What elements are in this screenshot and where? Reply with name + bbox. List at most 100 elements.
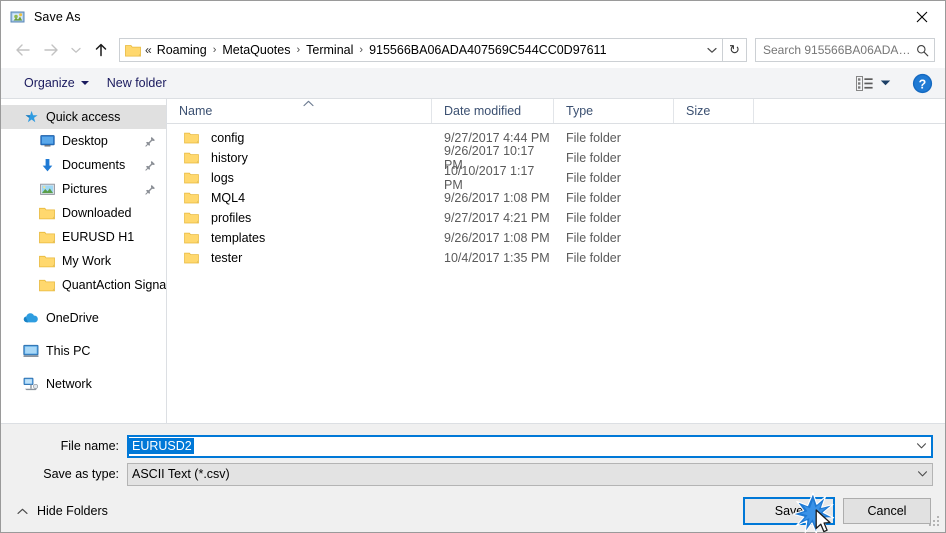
sidebar-item-label: EURUSD H1 <box>62 230 135 244</box>
chevron-down-icon[interactable] <box>912 442 931 450</box>
cancel-button[interactable]: Cancel <box>843 498 931 524</box>
column-header-type[interactable]: Type <box>554 99 674 123</box>
chevron-down-icon <box>71 47 81 53</box>
resize-grip-icon[interactable] <box>929 516 942 529</box>
folder-icon <box>184 131 200 145</box>
address-dropdown-button[interactable] <box>702 39 722 61</box>
this-pc-icon <box>23 343 39 359</box>
column-header-size[interactable]: Size <box>674 99 754 123</box>
folder-icon <box>39 229 55 245</box>
sidebar-item-onedrive[interactable]: OneDrive <box>1 306 166 330</box>
sidebar-item-quick-access[interactable]: Quick access <box>1 105 166 129</box>
folder-icon <box>125 43 141 57</box>
arrow-up-icon <box>95 43 107 57</box>
save-as-type-value: ASCII Text (*.csv) <box>132 467 230 481</box>
folder-icon <box>184 151 200 165</box>
file-type: File folder <box>566 231 621 245</box>
onedrive-icon <box>23 310 39 326</box>
sidebar-item-network[interactable]: Network <box>1 372 166 396</box>
recent-locations-button[interactable] <box>65 36 87 64</box>
refresh-icon: ↻ <box>729 42 740 57</box>
breadcrumb-item-0[interactable]: Roaming <box>154 43 210 57</box>
breadcrumb-item-2[interactable]: Terminal <box>303 43 356 57</box>
column-header-date-modified[interactable]: Date modified <box>432 99 554 123</box>
address-bar[interactable]: « Roaming › MetaQuotes › Terminal › 9155… <box>119 38 723 62</box>
sidebar-item-downloaded[interactable]: Downloaded <box>1 201 166 225</box>
save-form: File name: EURUSD2 Save as type: ASCII T… <box>1 423 945 490</box>
back-button[interactable] <box>9 36 37 64</box>
sidebar-item-my-work[interactable]: My Work <box>1 249 166 273</box>
file-type: File folder <box>566 131 621 145</box>
forward-button[interactable] <box>37 36 65 64</box>
arrow-right-icon <box>44 44 58 56</box>
column-header-label: Size <box>686 104 711 118</box>
table-row[interactable]: logs 10/10/2017 1:17 PM File folder <box>167 164 945 192</box>
file-date: 10/4/2017 1:35 PM <box>444 251 550 265</box>
chevron-up-icon <box>17 504 28 518</box>
file-date: 9/26/2017 1:08 PM <box>444 231 550 245</box>
folder-icon <box>184 231 200 245</box>
sidebar-item-label: Quick access <box>46 110 121 124</box>
column-header-name[interactable]: Name <box>167 99 432 123</box>
sidebar-item-label: Desktop <box>62 134 108 148</box>
sidebar-item-label: QuantAction Signal <box>62 278 166 292</box>
sidebar-item-desktop[interactable]: Desktop <box>1 129 166 153</box>
up-button[interactable] <box>87 36 115 64</box>
file-name: config <box>211 131 245 145</box>
table-row[interactable]: tester 10/4/2017 1:35 PM File folder <box>167 248 945 268</box>
pin-icon[interactable] <box>145 160 166 171</box>
save-as-type-select[interactable]: ASCII Text (*.csv) <box>127 462 933 486</box>
table-row[interactable]: MQL4 9/26/2017 1:08 PM File folder <box>167 188 945 208</box>
close-button[interactable] <box>899 1 945 32</box>
star-pin-icon <box>23 109 39 125</box>
refresh-button[interactable]: ↻ <box>723 38 747 62</box>
file-rows: config 9/27/2017 4:44 PM File folder his… <box>167 124 945 423</box>
column-header-label: Type <box>566 104 594 118</box>
desktop-icon <box>39 133 55 149</box>
title-bar: Save As <box>1 1 945 32</box>
sidebar-item-label: My Work <box>62 254 112 268</box>
breadcrumb-separator[interactable]: › <box>356 44 366 56</box>
new-folder-button[interactable]: New folder <box>98 72 176 94</box>
help-button[interactable]: ? <box>911 72 933 94</box>
organize-button[interactable]: Organize <box>15 72 98 94</box>
breadcrumb-separator[interactable]: › <box>293 44 303 56</box>
search-icon <box>914 44 930 57</box>
table-row[interactable]: config 9/27/2017 4:44 PM File folder <box>167 128 945 148</box>
sidebar-item-this-pc[interactable]: This PC <box>1 339 166 363</box>
file-type: File folder <box>566 171 621 185</box>
save-button[interactable]: Save <box>743 497 835 525</box>
search-box[interactable]: Search 915566BA06ADA40756… <box>755 38 935 62</box>
sidebar-item-label: Pictures <box>62 182 108 196</box>
sidebar-item-label: Downloaded <box>62 206 132 220</box>
breadcrumb-item-3[interactable]: 915566BA06ADA407569C544CC0D97611 <box>366 43 609 57</box>
file-name: profiles <box>211 211 252 225</box>
breadcrumb-item-1[interactable]: MetaQuotes <box>219 43 293 57</box>
pin-icon[interactable] <box>145 184 166 195</box>
save-as-type-row: Save as type: ASCII Text (*.csv) <box>1 462 933 486</box>
chevron-down-icon[interactable] <box>913 470 932 478</box>
column-header-label: Name <box>179 104 213 118</box>
breadcrumb: « Roaming › MetaQuotes › Terminal › 9155… <box>145 43 702 57</box>
table-row[interactable]: profiles 9/27/2017 4:21 PM File folder <box>167 208 945 228</box>
view-mode-button[interactable] <box>850 72 897 95</box>
file-date: 9/26/2017 1:08 PM <box>444 191 550 205</box>
sidebar-item-documents[interactable]: Documents <box>1 153 166 177</box>
cancel-button-label: Cancel <box>867 504 907 518</box>
sidebar-item-pictures[interactable]: Pictures <box>1 177 166 201</box>
file-name-value[interactable]: EURUSD2 <box>129 438 194 454</box>
sidebar-item-quantaction-signal[interactable]: QuantAction Signal <box>1 273 166 297</box>
file-name-input[interactable]: EURUSD2 <box>127 434 933 458</box>
file-name: MQL4 <box>211 191 246 205</box>
folder-icon <box>39 253 55 269</box>
pin-icon[interactable] <box>145 136 166 147</box>
table-row[interactable]: history 9/26/2017 10:17 PM File folder <box>167 144 945 172</box>
navigation-bar: « Roaming › MetaQuotes › Terminal › 9155… <box>1 32 945 68</box>
sidebar-item-eurusd-h1[interactable]: EURUSD H1 <box>1 225 166 249</box>
search-input[interactable]: Search 915566BA06ADA40756… <box>763 43 914 57</box>
hide-folders-button[interactable]: Hide Folders <box>11 504 108 518</box>
pictures-icon <box>39 181 55 197</box>
table-row[interactable]: templates 9/26/2017 1:08 PM File folder <box>167 228 945 248</box>
breadcrumb-overflow[interactable]: « <box>145 43 154 57</box>
breadcrumb-separator[interactable]: › <box>210 44 220 56</box>
